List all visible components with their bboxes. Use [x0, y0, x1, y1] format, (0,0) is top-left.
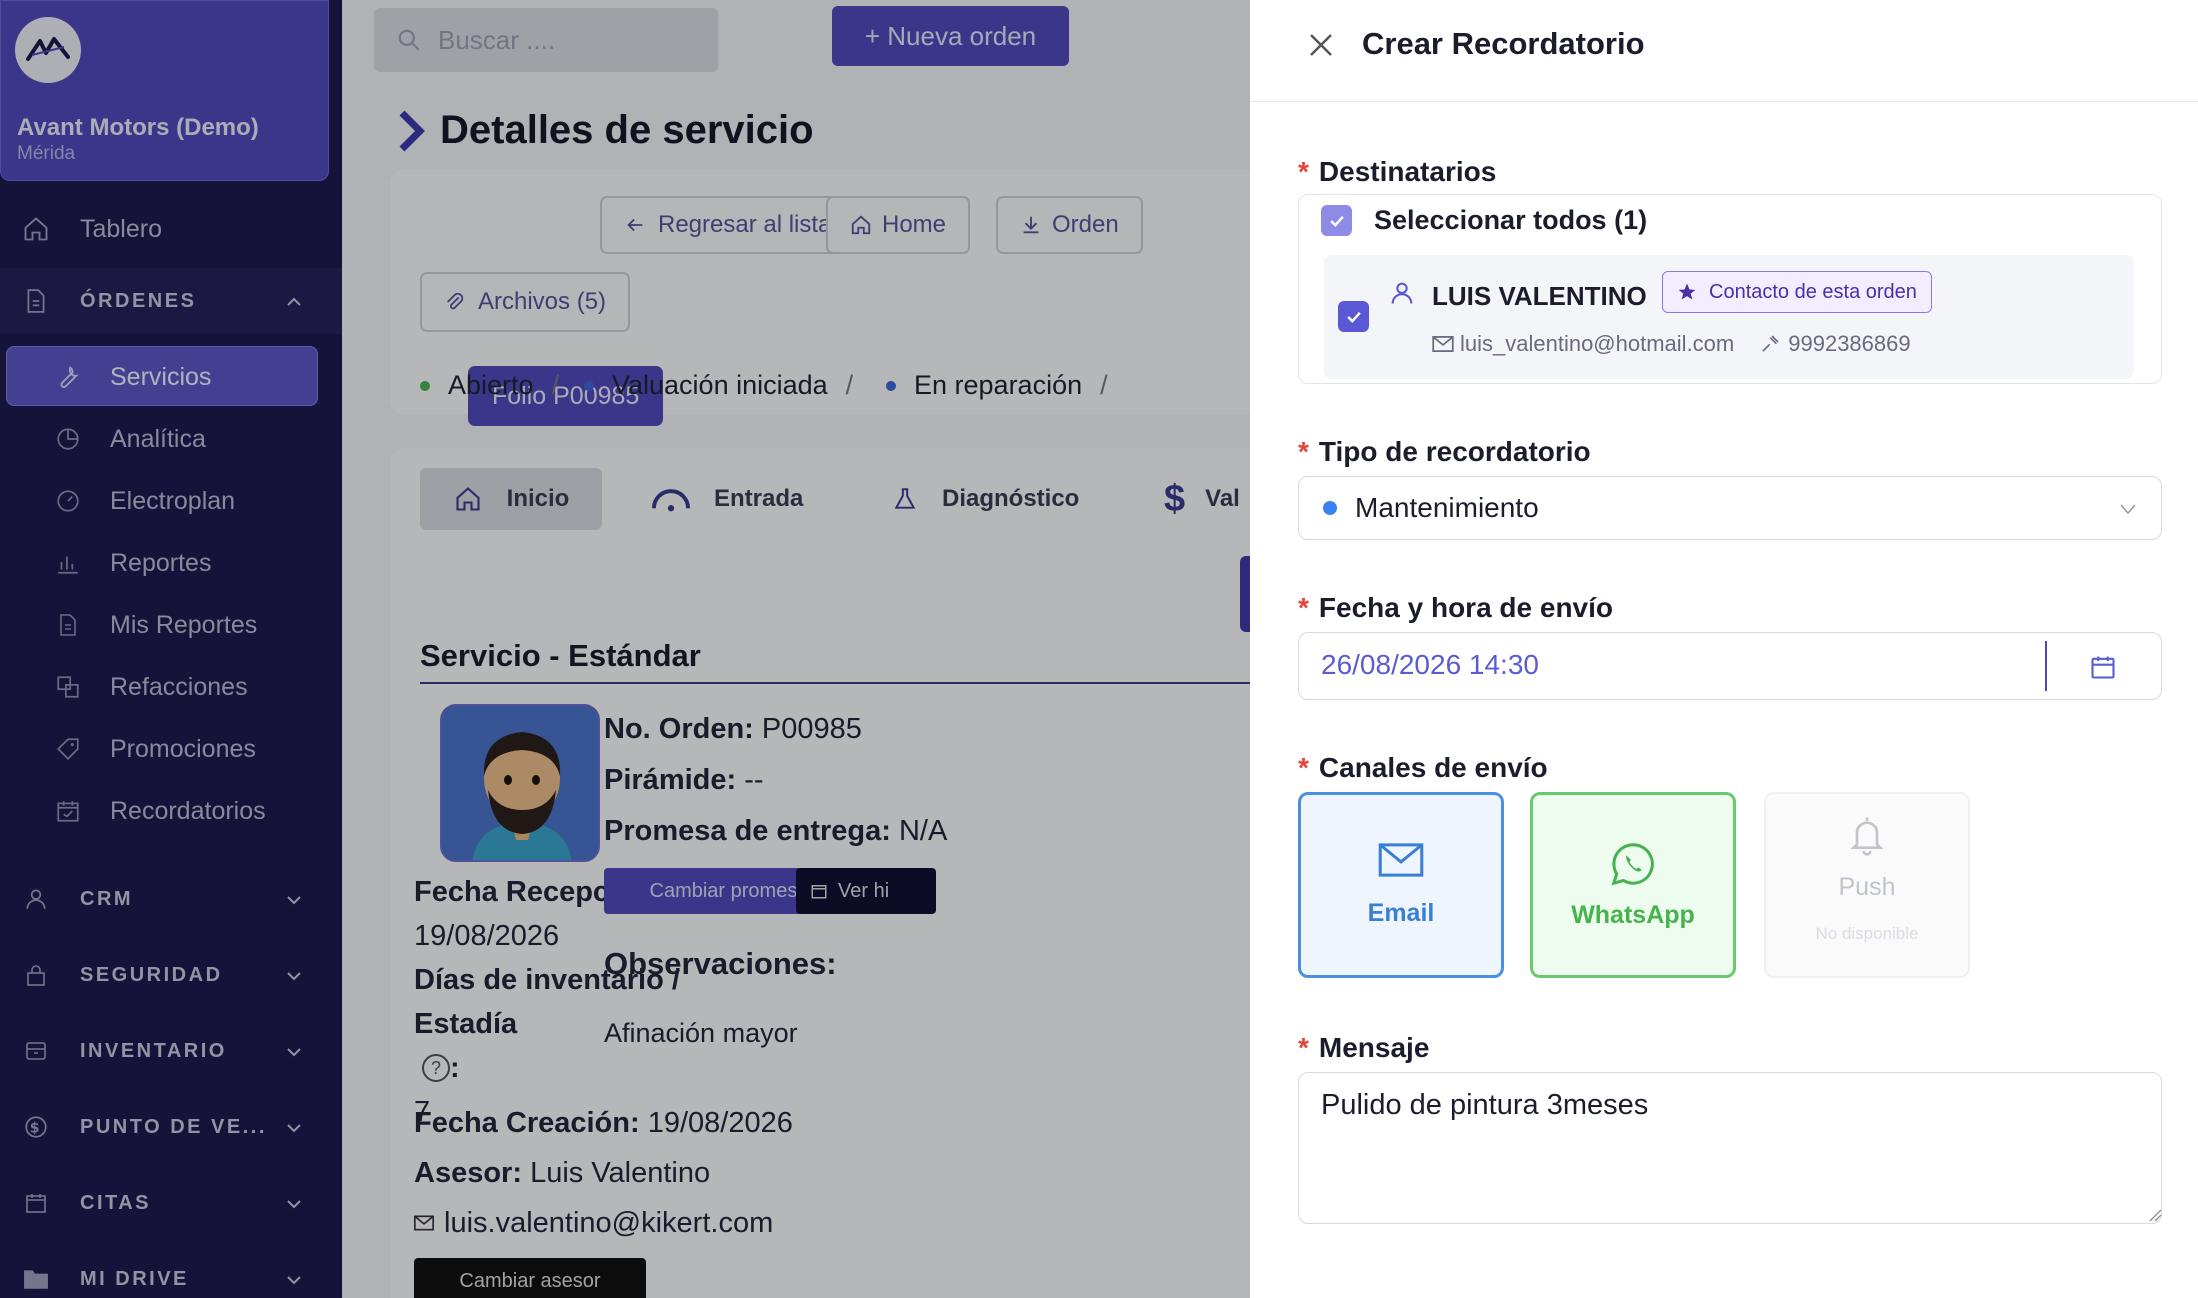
contact-checkbox[interactable] [1338, 301, 1369, 332]
drawer-title: Crear Recordatorio [1362, 26, 1645, 61]
modal-backdrop[interactable] [0, 0, 1250, 1298]
resize-handle-icon[interactable] [2148, 1208, 2162, 1222]
reminder-type-value: Mantenimiento [1355, 492, 1539, 523]
channel-push-label: Push [1838, 872, 1896, 901]
channel-whatsapp-label: WhatsApp [1571, 900, 1695, 929]
select-all-row[interactable]: Seleccionar todos (1) [1321, 205, 1647, 236]
contact-phone: 9992386869 [1788, 331, 1911, 356]
select-all-checkbox[interactable] [1321, 205, 1352, 236]
channel-whatsapp-card[interactable]: WhatsApp [1530, 792, 1736, 978]
send-date-input[interactable]: 26/08/2026 14:30 [1298, 632, 2162, 700]
contact-tag: Contacto de esta orden [1662, 271, 1932, 313]
channel-email-label: Email [1367, 898, 1435, 927]
star-icon [1678, 283, 1696, 300]
close-icon[interactable] [1306, 30, 1336, 60]
contact-email: luis_valentino@hotmail.com [1460, 331, 1735, 356]
send-date-label: * Fecha y hora de envío [1298, 592, 1614, 623]
send-date-value: 26/08/2026 14:30 [1321, 649, 1539, 680]
contact-tag-label: Contacto de esta orden [1709, 280, 1917, 303]
channel-email-card[interactable]: Email [1298, 792, 1504, 978]
check-icon [1346, 311, 1361, 323]
type-color-dot [1323, 501, 1337, 515]
calendar-icon[interactable] [2089, 653, 2117, 681]
reminder-drawer: Crear Recordatorio * Destinatarios Selecc… [1250, 0, 2198, 1298]
check-icon [1329, 215, 1344, 227]
recipients-label: * Destinatarios [1298, 156, 1497, 187]
reminder-type-label: * Tipo de recordatorio [1298, 436, 1591, 467]
chevron-down-icon [2120, 504, 2136, 515]
drawer-header: Crear Recordatorio [1250, 0, 2198, 102]
channel-push-card: Push No disponible [1764, 792, 1970, 978]
contact-card[interactable]: LUIS VALENTINO Contacto de esta orden lu… [1324, 255, 2134, 379]
contact-name: LUIS VALENTINO [1432, 281, 1647, 311]
reminder-type-select[interactable]: Mantenimiento [1298, 476, 2162, 540]
channels-label: * Canales de envío [1298, 752, 1548, 783]
message-label: * Mensaje [1298, 1032, 1430, 1063]
bell-icon [1850, 817, 1884, 856]
date-divider [2045, 641, 2047, 691]
select-all-label: Seleccionar todos (1) [1374, 205, 1648, 235]
whatsapp-icon [1611, 842, 1654, 885]
channel-push-note: No disponible [1815, 923, 1919, 943]
user-icon [1391, 282, 1413, 304]
contact-info: luis_valentino@hotmail.com 9992386869 [1432, 331, 1911, 357]
mail-icon [1378, 842, 1424, 877]
mail-icon [1432, 336, 1454, 352]
phone-icon [1762, 335, 1779, 352]
message-textarea[interactable]: Pulido de pintura 3meses [1298, 1072, 2162, 1224]
